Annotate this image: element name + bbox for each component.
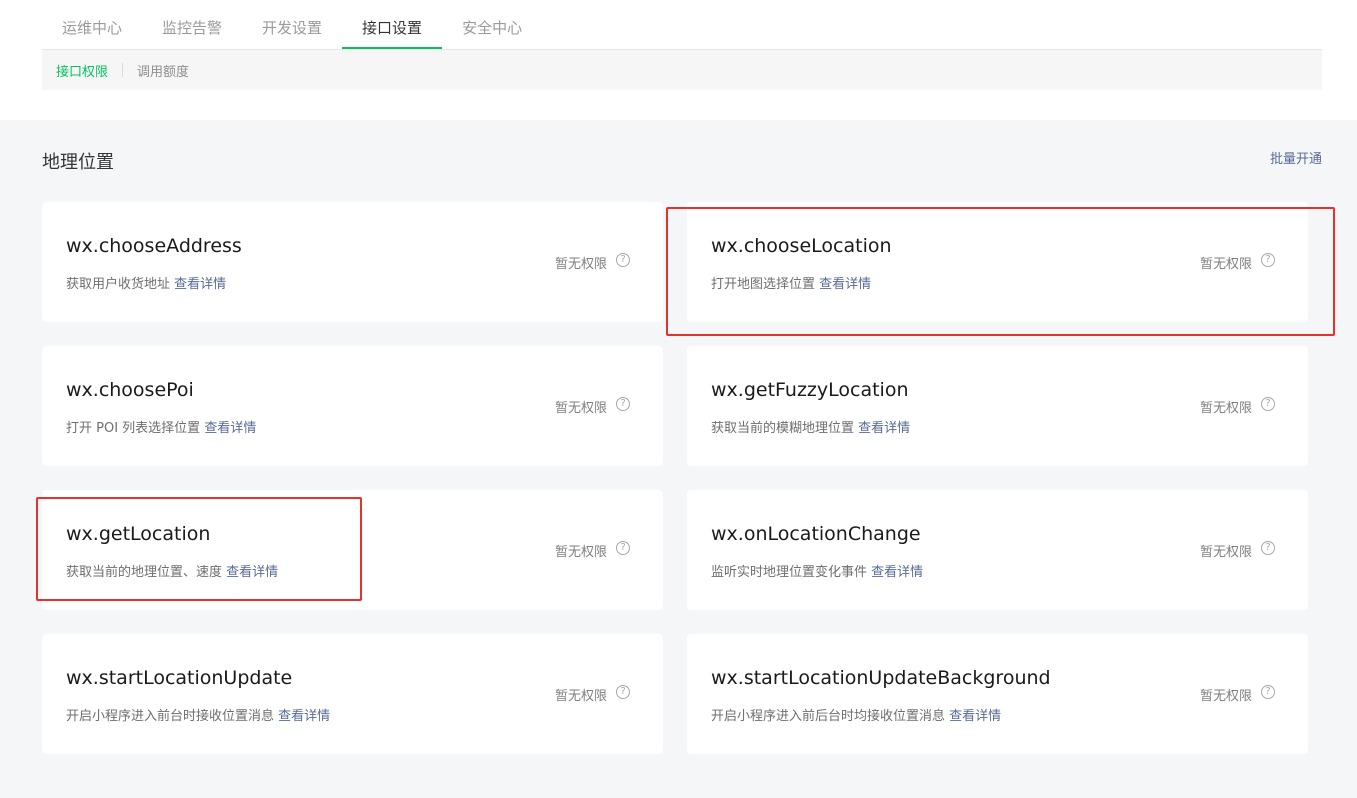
help-icon[interactable]: ?: [616, 253, 630, 267]
help-icon[interactable]: ?: [1261, 397, 1275, 411]
api-description: 开启小程序进入前台时接收位置消息 查看详情: [66, 705, 330, 724]
api-name: wx.chooseAddress: [66, 235, 242, 257]
api-card-start-location-update-background: wx.startLocationUpdateBackground 开启小程序进入…: [687, 634, 1308, 754]
api-card-start-location-update: wx.startLocationUpdate 开启小程序进入前台时接收位置消息 …: [42, 634, 663, 754]
help-icon[interactable]: ?: [1261, 541, 1275, 555]
tab-api-settings[interactable]: 接口设置: [342, 0, 443, 49]
api-name: wx.startLocationUpdate: [66, 667, 293, 689]
api-description-text: 打开地图选择位置: [711, 277, 816, 292]
api-description-text: 开启小程序进入前台时接收位置消息: [66, 709, 275, 724]
api-name: wx.choosePoi: [66, 379, 194, 401]
permission-status: 暂无权限: [554, 257, 607, 272]
help-icon[interactable]: ?: [616, 397, 630, 411]
api-description: 获取当前的模糊地理位置 查看详情: [711, 417, 910, 436]
view-details-link[interactable]: 查看详情: [949, 709, 1001, 724]
tab-monitoring-alerts[interactable]: 监控告警: [142, 0, 242, 49]
help-icon[interactable]: ?: [1261, 685, 1275, 699]
view-details-link[interactable]: 查看详情: [819, 277, 871, 292]
api-description: 打开 POI 列表选择位置 查看详情: [66, 417, 256, 436]
subtab-call-quota[interactable]: 调用额度: [123, 61, 203, 80]
api-card-choose-location: wx.chooseLocation 打开地图选择位置 查看详情 暂无权限 ?: [687, 202, 1308, 322]
api-description-text: 监听实时地理位置变化事件: [711, 565, 868, 580]
tab-dev-settings[interactable]: 开发设置: [242, 0, 342, 49]
api-card-choose-poi: wx.choosePoi 打开 POI 列表选择位置 查看详情 暂无权限 ?: [42, 346, 663, 466]
view-details-link[interactable]: 查看详情: [871, 565, 923, 580]
permission-status: 暂无权限: [554, 545, 607, 560]
view-details-link[interactable]: 查看详情: [174, 277, 226, 292]
permission-status: 暂无权限: [1199, 545, 1252, 560]
api-name: wx.getFuzzyLocation: [711, 379, 909, 401]
api-description-text: 获取用户收货地址: [66, 277, 171, 292]
api-card-get-location: wx.getLocation 获取当前的地理位置、速度 查看详情 暂无权限 ?: [42, 490, 663, 610]
permission-status: 暂无权限: [1199, 401, 1252, 416]
section-title: 地理位置: [42, 152, 114, 173]
permission-status: 暂无权限: [1199, 257, 1252, 272]
view-details-link[interactable]: 查看详情: [858, 421, 910, 436]
view-details-link[interactable]: 查看详情: [204, 421, 256, 436]
api-description-text: 获取当前的模糊地理位置: [711, 421, 855, 436]
tab-security-center[interactable]: 安全中心: [442, 0, 542, 49]
api-name: wx.getLocation: [66, 523, 211, 545]
view-details-link[interactable]: 查看详情: [226, 565, 278, 580]
sub-tabs: 接口权限 调用额度: [42, 50, 1322, 90]
view-details-link[interactable]: 查看详情: [278, 709, 330, 724]
tab-operations-center[interactable]: 运维中心: [42, 0, 142, 49]
batch-open-link[interactable]: 批量开通: [1270, 148, 1322, 167]
api-name: wx.chooseLocation: [711, 235, 892, 257]
api-description: 打开地图选择位置 查看详情: [711, 273, 871, 292]
api-description: 获取用户收货地址 查看详情: [66, 273, 226, 292]
subtab-api-permissions[interactable]: 接口权限: [42, 61, 122, 80]
api-name: wx.startLocationUpdateBackground: [711, 667, 1051, 689]
help-icon[interactable]: ?: [616, 541, 630, 555]
api-name: wx.onLocationChange: [711, 523, 921, 545]
help-icon[interactable]: ?: [616, 685, 630, 699]
permission-status: 暂无权限: [1199, 689, 1252, 704]
permission-status: 暂无权限: [554, 401, 607, 416]
api-description-text: 获取当前的地理位置、速度: [66, 565, 223, 580]
api-card-on-location-change: wx.onLocationChange 监听实时地理位置变化事件 查看详情 暂无…: [687, 490, 1308, 610]
api-description-text: 开启小程序进入前后台时均接收位置消息: [711, 709, 946, 724]
permission-status: 暂无权限: [554, 689, 607, 704]
help-icon[interactable]: ?: [1261, 253, 1275, 267]
api-description-text: 打开 POI 列表选择位置: [66, 421, 201, 436]
main-tabs: 运维中心 监控告警 开发设置 接口设置 安全中心: [42, 0, 1322, 50]
api-description: 监听实时地理位置变化事件 查看详情: [711, 561, 923, 580]
api-description: 获取当前的地理位置、速度 查看详情: [66, 561, 278, 580]
api-card-choose-address: wx.chooseAddress 获取用户收货地址 查看详情 暂无权限 ?: [42, 202, 663, 322]
api-card-get-fuzzy-location: wx.getFuzzyLocation 获取当前的模糊地理位置 查看详情 暂无权…: [687, 346, 1308, 466]
api-description: 开启小程序进入前后台时均接收位置消息 查看详情: [711, 705, 1001, 724]
